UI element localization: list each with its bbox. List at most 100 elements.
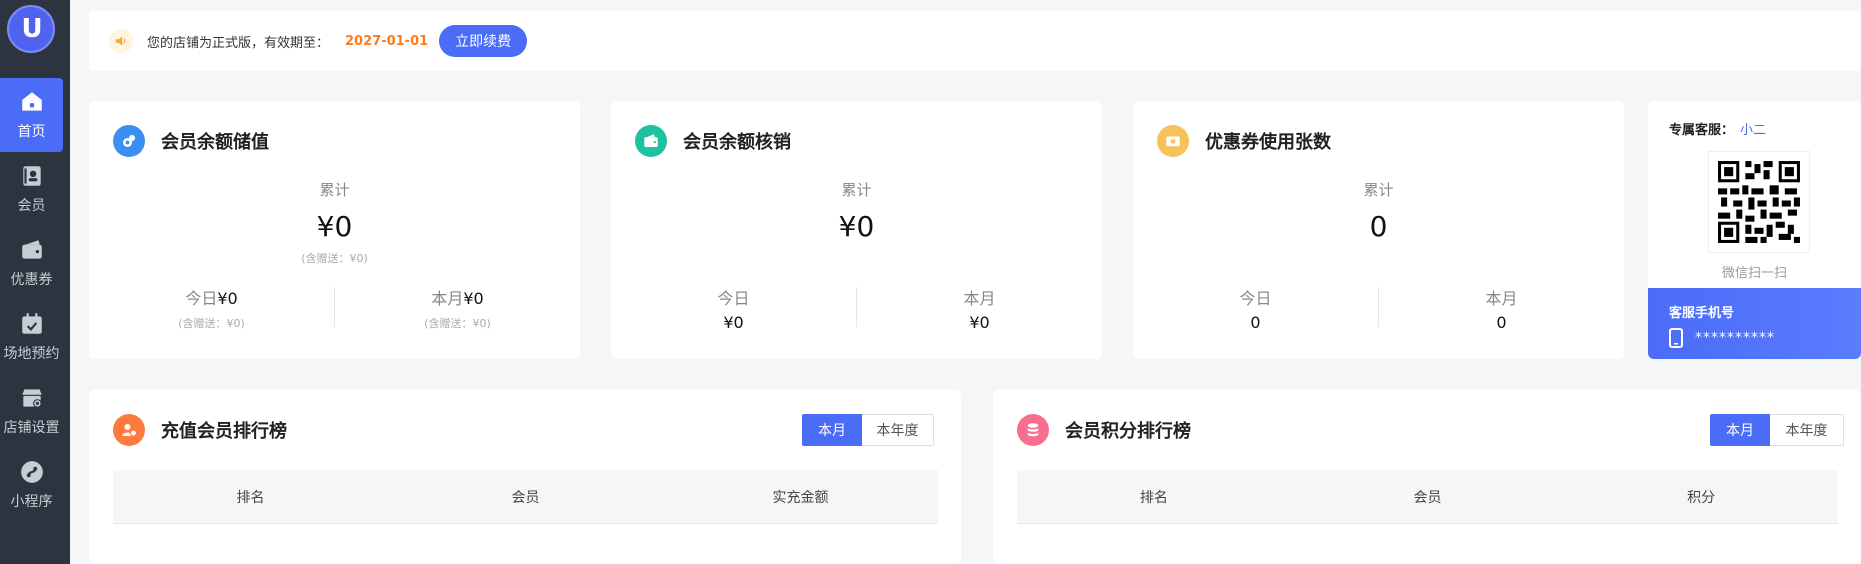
sidebar-item-label: 首页 <box>17 124 46 140</box>
tab-this-year[interactable]: 本年度 <box>1770 414 1844 446</box>
home-icon <box>21 92 42 111</box>
sidebar-item-label: 店铺设置 <box>3 420 60 436</box>
column-header-member[interactable]: 会员 <box>1291 487 1565 507</box>
total-label: 累计 <box>1363 181 1394 199</box>
sidebar-item-member[interactable]: 会员 <box>0 152 63 226</box>
today-value: 0 <box>1250 313 1261 332</box>
today-label: 今日 <box>717 289 750 308</box>
sidebar-item-venue-booking[interactable]: 场地预约 <box>0 300 63 374</box>
period-split: 今日 0 本月 0 <box>1133 285 1624 332</box>
card-header: 充值会员排行榜 <box>113 414 287 446</box>
sidebar-item-label: 场地预约 <box>3 346 60 362</box>
points-ranking-card: 会员积分排行榜 本月 本年度 排名 会员 积分 <box>993 390 1861 564</box>
phone-label: 客服手机号 <box>1669 306 1735 321</box>
column-header-member[interactable]: 会员 <box>388 487 663 507</box>
coupon-stat-card: 优惠券使用张数 累计 0 今日 0 本月 0 <box>1133 101 1624 359</box>
customer-service-card: 专属客服： 小二 微信扫一扫 客服手机号 ********** <box>1648 101 1861 359</box>
sidebar-item-home[interactable]: 首页 <box>0 78 63 152</box>
card-title: 优惠券使用张数 <box>1205 132 1331 153</box>
ranking-table-header: 排名 会员 实充金额 <box>113 470 938 524</box>
column-header-rank[interactable]: 排名 <box>1017 487 1291 507</box>
month-label: 本月 <box>963 289 996 308</box>
total-value: ¥0 <box>316 210 353 243</box>
column-header-amount[interactable]: 实充金额 <box>663 487 938 507</box>
notice-bar: 您的店铺为正式版，有效期至： 2027-01-01 立即续费 <box>89 11 1861 71</box>
recharge-stat-card: 会员余额储值 累计 ¥0 (含赠送：¥0) 今日¥0 (含赠送：¥0) 本月¥0… <box>89 101 580 359</box>
tab-this-year[interactable]: 本年度 <box>862 414 934 446</box>
today-stat: 今日¥0 (含赠送：¥0) <box>89 285 334 330</box>
period-split: 今日¥0 (含赠送：¥0) 本月¥0 (含赠送：¥0) <box>89 285 580 330</box>
today-stat: 今日 ¥0 <box>611 285 856 332</box>
column-header-points[interactable]: 积分 <box>1564 487 1838 507</box>
month-value: ¥0 <box>463 289 484 308</box>
qr-caption: 微信扫一扫 <box>1721 266 1787 281</box>
ranking-user-icon <box>113 414 145 446</box>
period-toggle: 本月 本年度 <box>802 414 934 446</box>
tab-this-month[interactable]: 本月 <box>802 414 862 446</box>
today-gift-note: (含赠送：¥0) <box>178 317 245 330</box>
sidebar: U 首页 会员 优惠券 场地预约 店铺设置 小程序 <box>0 0 70 564</box>
sidebar-item-label: 小程序 <box>10 494 53 510</box>
wechat-qr-code <box>1708 151 1810 253</box>
total-value: 0 <box>1369 210 1388 243</box>
phone-icon <box>1669 328 1683 348</box>
total-value: ¥0 <box>838 210 875 243</box>
service-header: 专属客服： 小二 <box>1669 119 1766 138</box>
card-title: 会员余额储值 <box>161 132 269 153</box>
month-value: ¥0 <box>969 313 990 332</box>
speaker-icon <box>109 29 133 53</box>
card-header: 会员积分排行榜 <box>1017 414 1191 446</box>
sidebar-item-label: 优惠券 <box>10 272 53 288</box>
expiry-date: 2027-01-01 <box>345 33 429 49</box>
wallet-icon <box>635 125 667 157</box>
sidebar-item-coupon[interactable]: 优惠券 <box>0 226 63 300</box>
card-header: 会员余额核销 <box>635 125 791 157</box>
today-label: 今日 <box>1239 289 1272 308</box>
today-value: ¥0 <box>723 313 744 332</box>
today-stat: 今日 0 <box>1133 285 1378 332</box>
calendar-icon <box>21 313 42 334</box>
database-icon <box>1017 414 1049 446</box>
logo[interactable]: U <box>7 5 55 53</box>
period-toggle: 本月 本年度 <box>1710 414 1844 446</box>
total-label: 累计 <box>841 181 872 199</box>
mini-program-icon <box>20 461 43 483</box>
service-phone-panel: 客服手机号 ********** <box>1648 288 1861 359</box>
writeoff-stat-card: 会员余额核销 累计 ¥0 今日 ¥0 本月 ¥0 <box>611 101 1102 359</box>
coupon-icon <box>1157 125 1189 157</box>
card-title: 会员积分排行榜 <box>1065 421 1191 442</box>
phone-row: ********** <box>1669 328 1775 348</box>
tab-this-month[interactable]: 本月 <box>1710 414 1770 446</box>
sidebar-item-store-settings[interactable]: 店铺设置 <box>0 374 63 448</box>
recharge-ranking-card: 充值会员排行榜 本月 本年度 排名 会员 实充金额 <box>89 390 961 564</box>
notice-text: 您的店铺为正式版，有效期至： <box>147 35 330 51</box>
service-agent-name: 小二 <box>1740 123 1767 138</box>
sidebar-item-label: 会员 <box>17 198 46 214</box>
month-label: 本月 <box>1485 289 1518 308</box>
month-gift-note: (含赠送：¥0) <box>424 317 491 330</box>
period-split: 今日 ¥0 本月 ¥0 <box>611 285 1102 332</box>
ranking-table-header: 排名 会员 积分 <box>1017 470 1838 524</box>
member-icon <box>22 166 41 186</box>
card-title: 充值会员排行榜 <box>161 421 287 442</box>
renew-button[interactable]: 立即续费 <box>439 25 528 57</box>
month-stat: 本月¥0 (含赠送：¥0) <box>335 285 580 330</box>
logo-text: U <box>21 14 42 44</box>
total-gift-note: (含赠送：¥0) <box>301 252 368 265</box>
store-settings-icon <box>21 389 42 408</box>
month-value: 0 <box>1496 313 1507 332</box>
coupon-icon <box>21 240 42 259</box>
column-header-rank[interactable]: 排名 <box>113 487 388 507</box>
today-label: 今日 <box>185 289 218 308</box>
sidebar-item-mini-program[interactable]: 小程序 <box>0 448 63 522</box>
phone-number: ********** <box>1695 330 1775 346</box>
card-title: 会员余额核销 <box>683 132 791 153</box>
today-value: ¥0 <box>217 289 238 308</box>
month-stat: 本月 ¥0 <box>857 285 1102 332</box>
total-label: 累计 <box>319 181 350 199</box>
app-root: U 首页 会员 优惠券 场地预约 店铺设置 小程序 您的店铺为正式版，有效期至：… <box>0 0 1861 564</box>
card-header: 会员余额储值 <box>113 125 269 157</box>
card-header: 优惠券使用张数 <box>1157 125 1331 157</box>
recharge-icon <box>113 125 145 157</box>
month-label: 本月 <box>431 289 464 308</box>
